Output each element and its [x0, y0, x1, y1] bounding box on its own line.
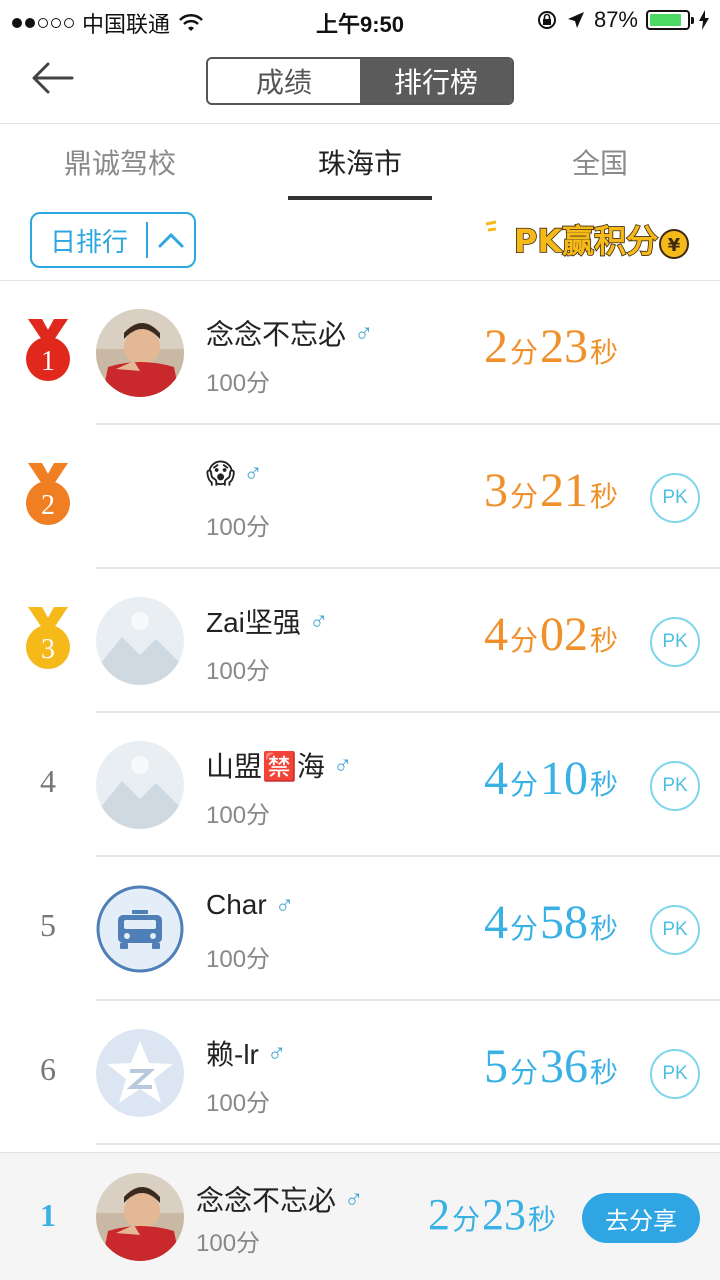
- promo-text: PK赢积分: [514, 222, 658, 260]
- divider: [96, 1143, 720, 1145]
- my-time: 2 分 23 秒: [428, 1190, 557, 1239]
- leaderboard-row[interactable]: 6 赖-lr ♂ 100分 5 分 36 秒 PK: [0, 1001, 720, 1145]
- rank-medal-orange-icon: 2: [26, 463, 70, 525]
- user-name: 赖-lr ♂: [206, 1033, 286, 1073]
- my-avatar[interactable]: [96, 1173, 184, 1261]
- status-bar: 中国联通 上午9:50 87%: [0, 0, 720, 40]
- user-name-text: Char: [206, 889, 267, 920]
- rank-medal-red-icon: 1: [26, 319, 70, 381]
- leaderboard-row[interactable]: 3 Zai坚强 ♂ 100分 4 分 02 秒 PK: [0, 569, 720, 713]
- male-icon: ♂: [332, 749, 353, 780]
- svg-text:2: 2: [41, 490, 55, 521]
- battery-icon: [646, 10, 694, 30]
- orientation-lock-icon: [537, 11, 556, 29]
- my-rank-number: 1: [40, 1197, 56, 1233]
- pk-button[interactable]: PK: [650, 473, 700, 523]
- tab-school[interactable]: 鼎诚驾校: [0, 124, 240, 200]
- male-icon: ♂: [266, 1037, 287, 1068]
- user-points: 100分: [206, 370, 271, 397]
- user-time: 4 分 10 秒: [484, 752, 619, 805]
- rank-number: 4: [40, 763, 56, 799]
- location-arrow-icon: [567, 12, 584, 28]
- coin-icon: ¥: [668, 235, 681, 256]
- user-name-text: Zai坚强: [206, 607, 301, 638]
- user-name: 😱 ♂: [206, 457, 263, 490]
- male-icon: ♂: [274, 889, 295, 920]
- nav-bar: 成绩 排行榜: [0, 40, 720, 124]
- pk-button[interactable]: PK: [650, 905, 700, 955]
- user-name: Char ♂: [206, 889, 294, 921]
- share-button[interactable]: 去分享: [582, 1193, 700, 1243]
- region-tabs: 鼎诚驾校 珠海市 全国: [0, 124, 720, 200]
- leaderboard-list: 1 念念不忘必 ♂ 100分 2 分 23 秒 2 😱 ♂ 100分 3 分 2…: [0, 281, 720, 1145]
- tab-national[interactable]: 全国: [480, 124, 720, 200]
- segment-scores[interactable]: 成绩: [208, 59, 360, 103]
- leaderboard-row[interactable]: 5 Char ♂ 100分 4 分 58 秒 PK: [0, 857, 720, 1001]
- my-points: 100分: [196, 1230, 261, 1257]
- pk-button[interactable]: PK: [650, 617, 700, 667]
- charging-bolt-icon: [699, 10, 709, 30]
- pk-button[interactable]: PK: [650, 1049, 700, 1099]
- user-name-text: 山盟🈲海: [206, 750, 325, 783]
- user-name: 山盟🈲海 ♂: [206, 745, 352, 785]
- my-ranking-bar: 1 念念不忘必 ♂ 100分 2 分 23 秒 去分享: [0, 1152, 720, 1280]
- rank-number: 5: [40, 907, 56, 943]
- svg-text:1: 1: [41, 346, 55, 377]
- user-name-text: 😱: [206, 457, 236, 490]
- my-name-text: 念念不忘必: [196, 1185, 337, 1216]
- status-right: 87%: [536, 7, 710, 33]
- segment-control: 成绩 排行榜: [206, 57, 514, 105]
- user-points: 100分: [206, 1090, 271, 1117]
- male-icon: ♂: [344, 1183, 364, 1214]
- default-avatar-icon[interactable]: [96, 597, 184, 685]
- ranking-period-label: 日排行: [50, 226, 129, 257]
- chevron-up-icon: [148, 231, 194, 249]
- svg-text:3: 3: [41, 634, 55, 665]
- male-icon: ♂: [308, 605, 329, 636]
- user-points: 100分: [206, 802, 271, 829]
- user-time: 2 分 23 秒: [484, 320, 619, 373]
- user-name-text: 赖-lr: [206, 1039, 259, 1070]
- user-time: 5 分 36 秒: [484, 1040, 619, 1093]
- battery-percent: 87%: [593, 7, 638, 32]
- user-points: 100分: [206, 658, 271, 685]
- user-time: 3 分 21 秒: [484, 464, 619, 517]
- default-avatar-icon[interactable]: [96, 741, 184, 829]
- pk-promo-banner[interactable]: PK赢积分 ¥: [482, 208, 696, 270]
- user-points: 100分: [206, 946, 271, 973]
- male-icon: ♂: [354, 317, 374, 348]
- leaderboard-row[interactable]: 1 念念不忘必 ♂ 100分 2 分 23 秒: [0, 281, 720, 425]
- ranking-period-dropdown[interactable]: 日排行: [30, 212, 196, 268]
- leaderboard-row[interactable]: 4 山盟🈲海 ♂ 100分 4 分 10 秒 PK: [0, 713, 720, 857]
- user-time: 4 分 58 秒: [484, 896, 619, 949]
- user-name: 念念不忘必 ♂: [206, 313, 374, 353]
- leaderboard-row[interactable]: 2 😱 ♂ 100分 3 分 21 秒 PK: [0, 425, 720, 569]
- rank-number: 6: [40, 1051, 56, 1087]
- user-name: Zai坚强 ♂: [206, 601, 328, 641]
- tab-city[interactable]: 珠海市: [240, 124, 480, 200]
- segment-leaderboard[interactable]: 排行榜: [360, 59, 512, 103]
- my-name: 念念不忘必 ♂: [196, 1179, 364, 1219]
- back-arrow-icon[interactable]: [28, 58, 78, 98]
- avatar[interactable]: [96, 309, 184, 397]
- pk-button[interactable]: PK: [650, 761, 700, 811]
- user-time: 4 分 02 秒: [484, 608, 619, 661]
- rank-medal-gold-icon: 3: [26, 607, 70, 669]
- car-avatar-icon[interactable]: [96, 885, 184, 973]
- user-name-text: 念念不忘必: [206, 319, 347, 350]
- male-icon: ♂: [243, 458, 263, 488]
- user-points: 100分: [206, 514, 271, 541]
- star-avatar-icon[interactable]: [96, 1029, 184, 1117]
